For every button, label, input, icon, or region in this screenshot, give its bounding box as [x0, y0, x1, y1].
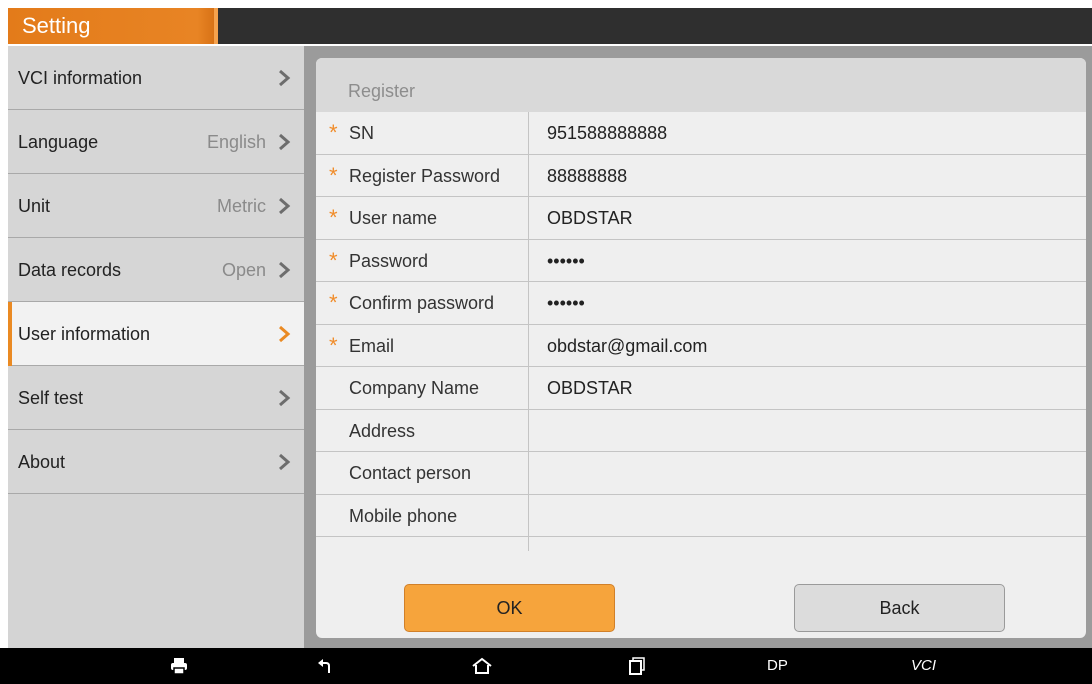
- required-marker: *: [329, 290, 338, 315]
- recent-apps-icon[interactable]: [629, 657, 645, 684]
- field-label: Address: [349, 420, 416, 441]
- sidebar-item-unit[interactable]: Unit Metric: [8, 174, 304, 238]
- form-row-sn[interactable]: * SN 951588888888: [316, 112, 1086, 155]
- sidebar-item-label: Language: [18, 132, 99, 152]
- register-title: Register: [316, 58, 1086, 112]
- sidebar-item-language[interactable]: Language English: [8, 110, 304, 174]
- user-name-field[interactable]: OBDSTAR: [547, 197, 633, 239]
- chevron-right-icon: [279, 197, 291, 215]
- form-row-register-password[interactable]: * Register Password 88888888: [316, 154, 1086, 197]
- active-marker: [8, 302, 12, 366]
- form-row-confirm-password[interactable]: * Confirm password ••••••: [316, 282, 1086, 325]
- column-divider: [528, 324, 529, 366]
- title-bar: Setting: [8, 8, 1092, 44]
- required-marker: *: [329, 205, 338, 230]
- sidebar-item-self-test[interactable]: Self test: [8, 366, 304, 430]
- ok-button[interactable]: OK: [404, 584, 615, 632]
- form-row-address[interactable]: Address: [316, 409, 1086, 452]
- column-divider: [528, 409, 529, 451]
- password-field[interactable]: ••••••: [547, 240, 585, 282]
- chevron-right-icon: [279, 453, 291, 471]
- sidebar-item-value: Metric: [217, 196, 266, 216]
- sidebar-item-label: Data records: [18, 260, 122, 280]
- field-label: Password: [349, 250, 429, 271]
- column-divider: [528, 367, 529, 409]
- column-divider: [528, 494, 529, 536]
- column-divider: [528, 197, 529, 239]
- field-label: Confirm password: [349, 293, 495, 313]
- vci-button[interactable]: VCI: [911, 648, 936, 684]
- chevron-right-icon: [279, 69, 291, 87]
- confirm-password-field[interactable]: ••••••: [547, 282, 585, 324]
- form-row-password[interactable]: * Password ••••••: [316, 239, 1086, 282]
- field-label: SN: [349, 123, 375, 143]
- sidebar-item-about[interactable]: About: [8, 430, 304, 494]
- settings-sidebar: VCI information Language English Unit Me…: [8, 46, 304, 648]
- page-title: Setting: [8, 8, 218, 44]
- sidebar-item-label: User information: [18, 324, 151, 344]
- form-row-contact-person[interactable]: Contact person: [316, 452, 1086, 495]
- field-label: Email: [349, 335, 395, 356]
- email-field[interactable]: obdstar@gmail.com: [547, 325, 707, 367]
- chevron-right-icon: [279, 325, 291, 343]
- print-icon[interactable]: [170, 657, 188, 684]
- field-label: Register Password: [349, 165, 501, 186]
- required-marker: *: [329, 162, 338, 188]
- system-navbar: DP VCI: [0, 648, 1092, 684]
- chevron-right-icon: [279, 261, 291, 279]
- column-divider: [528, 239, 529, 281]
- column-divider: [528, 537, 529, 551]
- column-divider: [528, 452, 529, 494]
- column-divider: [528, 282, 529, 324]
- required-marker: *: [329, 120, 338, 145]
- register-panel: Register * SN 951588888888 * Register Pa…: [316, 58, 1086, 638]
- required-marker: *: [329, 332, 338, 358]
- back-arrow-icon[interactable]: [317, 658, 333, 684]
- sidebar-item-label: Self test: [18, 388, 84, 408]
- column-divider: [528, 112, 529, 154]
- required-marker: *: [329, 247, 338, 273]
- sidebar-item-value: English: [206, 132, 266, 152]
- chevron-right-icon: [279, 389, 291, 407]
- form-row-company-name[interactable]: Company Name OBDSTAR: [316, 367, 1086, 410]
- sn-field[interactable]: 951588888888: [547, 112, 667, 154]
- column-divider: [528, 154, 529, 196]
- company-name-field[interactable]: OBDSTAR: [547, 367, 633, 409]
- sidebar-item-user-information[interactable]: User information: [8, 302, 304, 366]
- register-password-field[interactable]: 88888888: [547, 155, 627, 197]
- chevron-right-icon: [279, 133, 291, 151]
- back-button[interactable]: Back: [794, 584, 1005, 632]
- home-icon[interactable]: [471, 657, 493, 684]
- register-form: * SN 951588888888 * Register Password 88…: [316, 112, 1086, 551]
- sidebar-item-vci-information[interactable]: VCI information: [8, 46, 304, 110]
- sidebar-item-label: About: [18, 452, 66, 472]
- sidebar-item-label: VCI information: [18, 68, 143, 88]
- sidebar-item-value: Open: [221, 260, 266, 280]
- form-row-partial: [316, 537, 1086, 551]
- content-area: Register * SN 951588888888 * Register Pa…: [304, 46, 1092, 648]
- sidebar-item-label: Unit: [18, 196, 51, 216]
- field-label: Mobile phone: [349, 505, 458, 526]
- field-label: User name: [349, 208, 438, 228]
- form-row-email[interactable]: * Email obdstar@gmail.com: [316, 324, 1086, 367]
- form-row-mobile-phone[interactable]: Mobile phone: [316, 494, 1086, 537]
- form-row-user-name[interactable]: * User name OBDSTAR: [316, 197, 1086, 240]
- field-label: Contact person: [349, 463, 472, 483]
- field-label: Company Name: [349, 378, 480, 398]
- dp-button[interactable]: DP: [767, 648, 788, 684]
- sidebar-item-data-records[interactable]: Data records Open: [8, 238, 304, 302]
